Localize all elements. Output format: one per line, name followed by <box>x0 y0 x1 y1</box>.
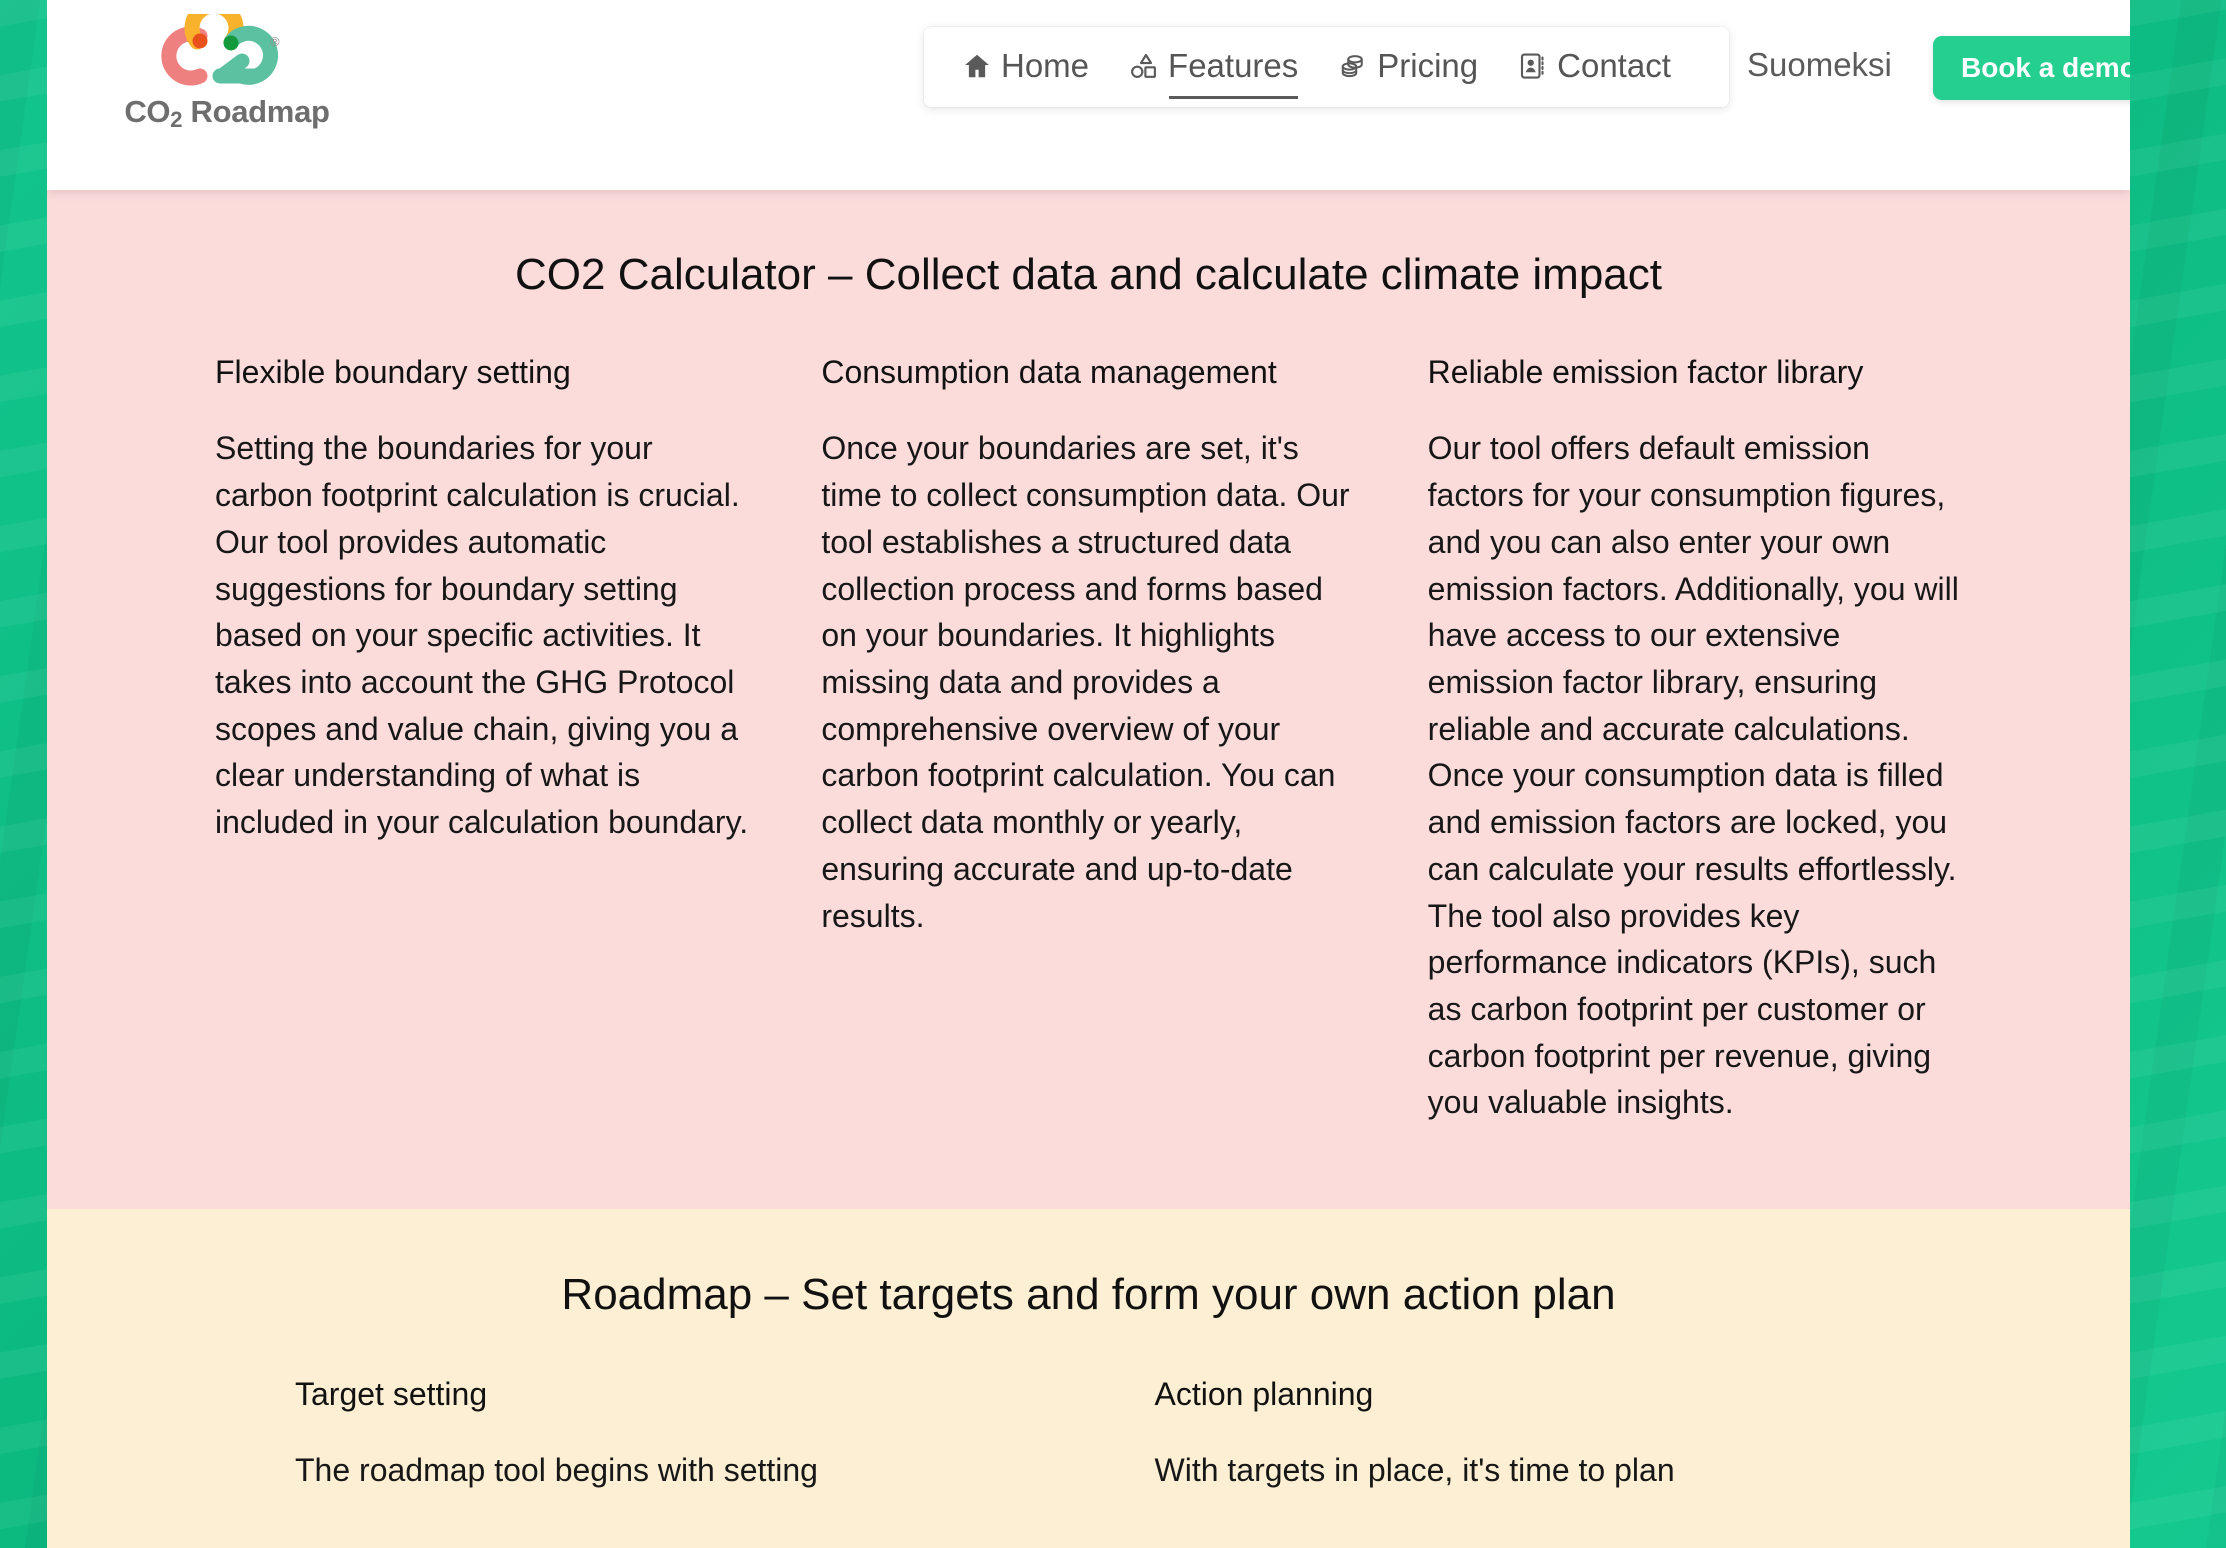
contact-card-icon <box>1521 52 1544 79</box>
coins-icon <box>1342 54 1364 77</box>
feature-heading: Flexible boundary setting <box>215 354 571 391</box>
feature-column: Flexible boundary setting Setting the bo… <box>215 352 749 1126</box>
feature-heading: Action planning <box>1154 1376 1374 1413</box>
book-a-demo-button[interactable]: Book a demo <box>1933 36 2130 100</box>
brand-wordmark: CO2 Roadmap <box>124 94 330 133</box>
feature-heading: Target setting <box>295 1376 488 1413</box>
brand-word-main: CO <box>124 94 171 129</box>
brand-word-sub: 2 <box>170 107 183 132</box>
feature-column: Reliable emission factor library Our too… <box>1428 352 1962 1126</box>
nav-label-pricing: Pricing <box>1377 46 1479 84</box>
feature-body: The roadmap tool begins with setting <box>295 1452 818 1489</box>
feature-body: Our tool offers default emission factors… <box>1427 430 1959 1121</box>
nav-label-features: Features <box>1168 46 1299 84</box>
main-navigation: Home Features Pricing Contact <box>924 27 1729 107</box>
feature-body: With targets in place, it's time to plan <box>1154 1452 1675 1489</box>
feature-column: Action planning With targets in place, i… <box>1155 1374 1883 1494</box>
feature-body: Once your boundaries are set, it's time … <box>821 430 1350 934</box>
nav-label-home: Home <box>1001 46 1090 84</box>
nav-label-contact: Contact <box>1557 46 1671 84</box>
feature-columns-roadmap: Target setting The roadmap tool begins w… <box>47 1374 2130 1494</box>
feature-column: Target setting The roadmap tool begins w… <box>295 1374 1023 1494</box>
section-co2-calculator: CO2 Calculator – Collect data and calcul… <box>47 190 2130 1209</box>
browser-page-canvas: ® CO2 Roadmap Home Features Pricing Cont… <box>47 0 2130 1548</box>
nav-item-home[interactable]: Home <box>962 47 1089 88</box>
nav-item-features[interactable]: Features <box>1129 46 1299 99</box>
shapes-icon <box>1131 53 1156 78</box>
feature-columns-co2-calculator: Flexible boundary setting Setting the bo… <box>47 352 2130 1126</box>
language-switch-link[interactable]: Suomeksi <box>1747 46 1892 84</box>
nav-item-contact[interactable]: Contact <box>1518 47 1671 88</box>
site-header: ® CO2 Roadmap Home Features Pricing Cont… <box>47 0 2130 190</box>
feature-heading: Consumption data management <box>821 354 1277 391</box>
svg-text:®: ® <box>270 34 280 49</box>
co2-cloud-logo-icon: ® <box>161 14 280 86</box>
section-title-co2-calculator: CO2 Calculator – Collect data and calcul… <box>515 250 1662 299</box>
feature-column: Consumption data management Once your bo… <box>821 352 1355 1126</box>
section-title-roadmap: Roadmap – Set targets and form your own … <box>561 1270 1616 1319</box>
brand-word-tail: Roadmap <box>182 94 330 129</box>
feature-body: Setting the boundaries for your carbon f… <box>215 430 749 841</box>
home-icon <box>965 54 989 77</box>
nav-item-pricing[interactable]: Pricing <box>1338 47 1478 88</box>
section-roadmap: Roadmap – Set targets and form your own … <box>47 1209 2130 1548</box>
feature-heading: Reliable emission factor library <box>1427 354 1864 391</box>
brand-logo-link[interactable]: ® CO2 Roadmap <box>77 14 377 133</box>
